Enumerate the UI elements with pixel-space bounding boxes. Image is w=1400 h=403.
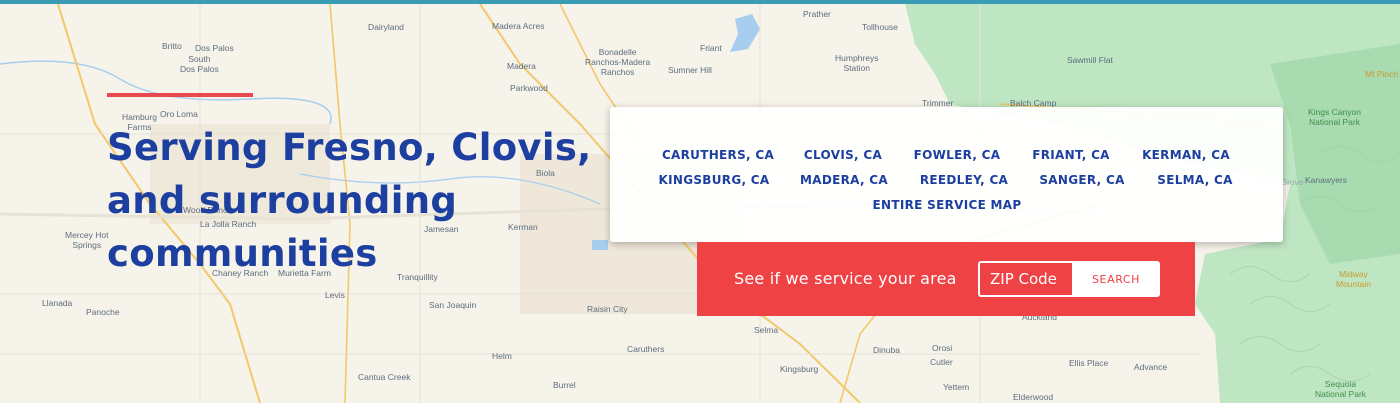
map-label: Prather xyxy=(803,9,831,19)
city-link-madera[interactable]: MADERA, CA xyxy=(800,173,888,187)
map-label: Sumner Hill xyxy=(668,65,712,75)
map-label: Britto xyxy=(162,41,182,51)
city-link-kerman[interactable]: KERMAN, CA xyxy=(1142,148,1230,162)
map-label: Advance xyxy=(1134,362,1168,372)
map-label: South Dos Palos xyxy=(180,54,219,74)
zip-prompt: See if we service your area xyxy=(734,269,957,288)
map-label: Caruthers xyxy=(627,344,665,354)
map-label: Panoche xyxy=(86,307,120,317)
zip-check-banner: See if we service your area SEARCH xyxy=(697,242,1195,316)
map-label: Madera xyxy=(507,61,536,71)
headline-line: Serving Fresno, Clovis, xyxy=(107,126,592,169)
headline-accent-bar xyxy=(107,93,253,97)
city-link-kingsburg[interactable]: KINGSBURG, CA xyxy=(658,173,769,187)
headline-line: and surrounding xyxy=(107,179,458,222)
search-button[interactable]: SEARCH xyxy=(1072,261,1160,297)
map-label: Llanada xyxy=(42,298,73,308)
page-headline: Serving Fresno, Clovis, and surrounding … xyxy=(107,121,627,280)
map-label: Sequoia National Park xyxy=(1315,379,1367,399)
city-link-selma[interactable]: SELMA, CA xyxy=(1157,173,1232,187)
map-label: Levis xyxy=(325,290,345,300)
map-label: Madera Acres xyxy=(492,21,545,31)
map-label: Kings Canyon National Park xyxy=(1308,107,1361,127)
map-label: Midway Mountain xyxy=(1336,269,1371,289)
headline-line: communities xyxy=(107,232,378,275)
map-label: Kingsburg xyxy=(780,364,819,374)
map-label: Sawmill Flat xyxy=(1067,55,1113,65)
city-link-caruthers[interactable]: CARUTHERS, CA xyxy=(662,148,774,162)
map-label: Burrel xyxy=(553,380,576,390)
map-label: Orosi xyxy=(932,343,953,353)
city-link-reedley[interactable]: REEDLEY, CA xyxy=(920,173,1008,187)
map-label: Friant xyxy=(700,43,722,53)
map-label: Kanawyers xyxy=(1305,175,1348,185)
map-label: Elderwood xyxy=(1013,392,1054,402)
top-accent-line xyxy=(0,0,1400,4)
map-label: Ellis Place xyxy=(1069,358,1109,368)
map-label: Dairyland xyxy=(368,22,404,32)
map-label: Parkwood xyxy=(510,83,548,93)
city-link-fowler[interactable]: FOWLER, CA xyxy=(914,148,1001,162)
map-label: Bonadelle Ranchos-Madera Ranchos xyxy=(585,47,651,77)
city-link-friant[interactable]: FRIANT, CA xyxy=(1032,148,1110,162)
zip-code-input[interactable] xyxy=(978,261,1072,297)
map-label: Selma xyxy=(754,325,779,335)
map-label: Oro Loma xyxy=(160,109,198,119)
map-label: Humphreys Station xyxy=(835,53,879,73)
map-label: Mercey Hot Springs xyxy=(65,230,109,250)
map-label: Cutler xyxy=(930,357,953,367)
map-label: Raisin City xyxy=(587,304,628,314)
map-label: Tollhouse xyxy=(862,22,898,32)
map-label: Mt Pinch xyxy=(1365,69,1399,79)
map-label: San Joaquin xyxy=(429,300,477,310)
map-label: Yettem xyxy=(943,382,970,392)
city-link-sanger[interactable]: SANGER, CA xyxy=(1039,173,1124,187)
map-label: Cantua Creek xyxy=(358,372,411,382)
map-label: Dos Palos xyxy=(195,43,234,53)
map-label: Dinuba xyxy=(873,345,900,355)
city-link-clovis[interactable]: CLOVIS, CA xyxy=(804,148,882,162)
entire-service-map-link[interactable]: ENTIRE SERVICE MAP xyxy=(873,198,1022,212)
map-label: Helm xyxy=(492,351,512,361)
service-areas-card: CARUTHERS, CA CLOVIS, CA FOWLER, CA FRIA… xyxy=(610,107,1283,242)
